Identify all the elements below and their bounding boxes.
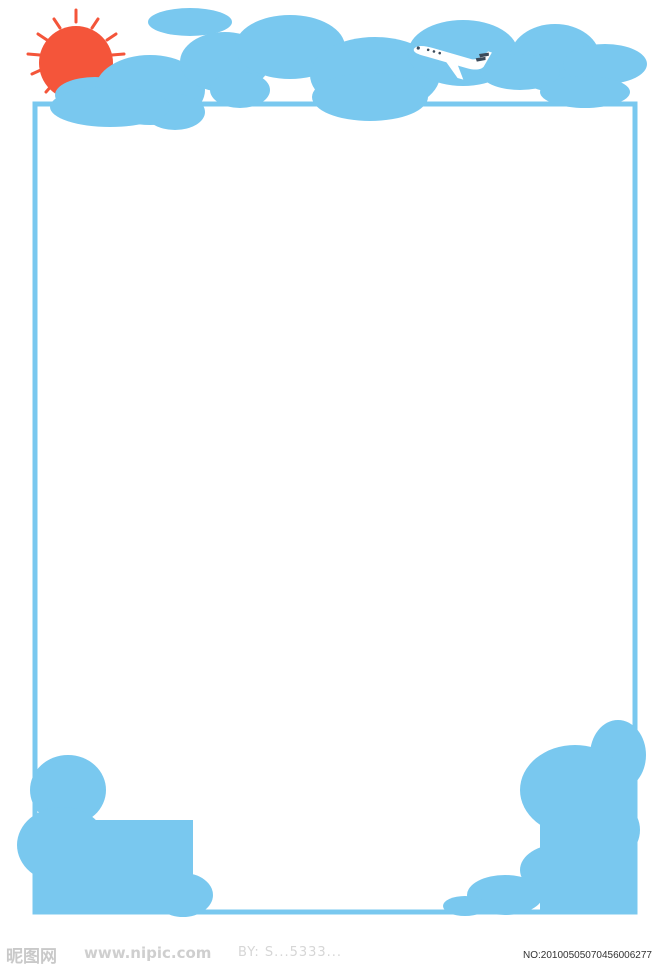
top-clouds bbox=[50, 8, 647, 130]
watermark-url: www.nipic.com bbox=[84, 944, 212, 962]
watermark-author: BY: S...5333... bbox=[238, 945, 343, 960]
watermark-bar: 昵图网 www.nipic.com BY: S...5333... NO:201… bbox=[0, 936, 658, 969]
watermark-serial: NO:20100505070456006277 bbox=[522, 950, 652, 961]
bottom-left-clouds bbox=[17, 755, 213, 917]
watermark-logo: 昵图网 bbox=[6, 947, 57, 967]
illustration-canvas bbox=[17, 8, 647, 917]
bottom-right-clouds bbox=[443, 720, 646, 916]
